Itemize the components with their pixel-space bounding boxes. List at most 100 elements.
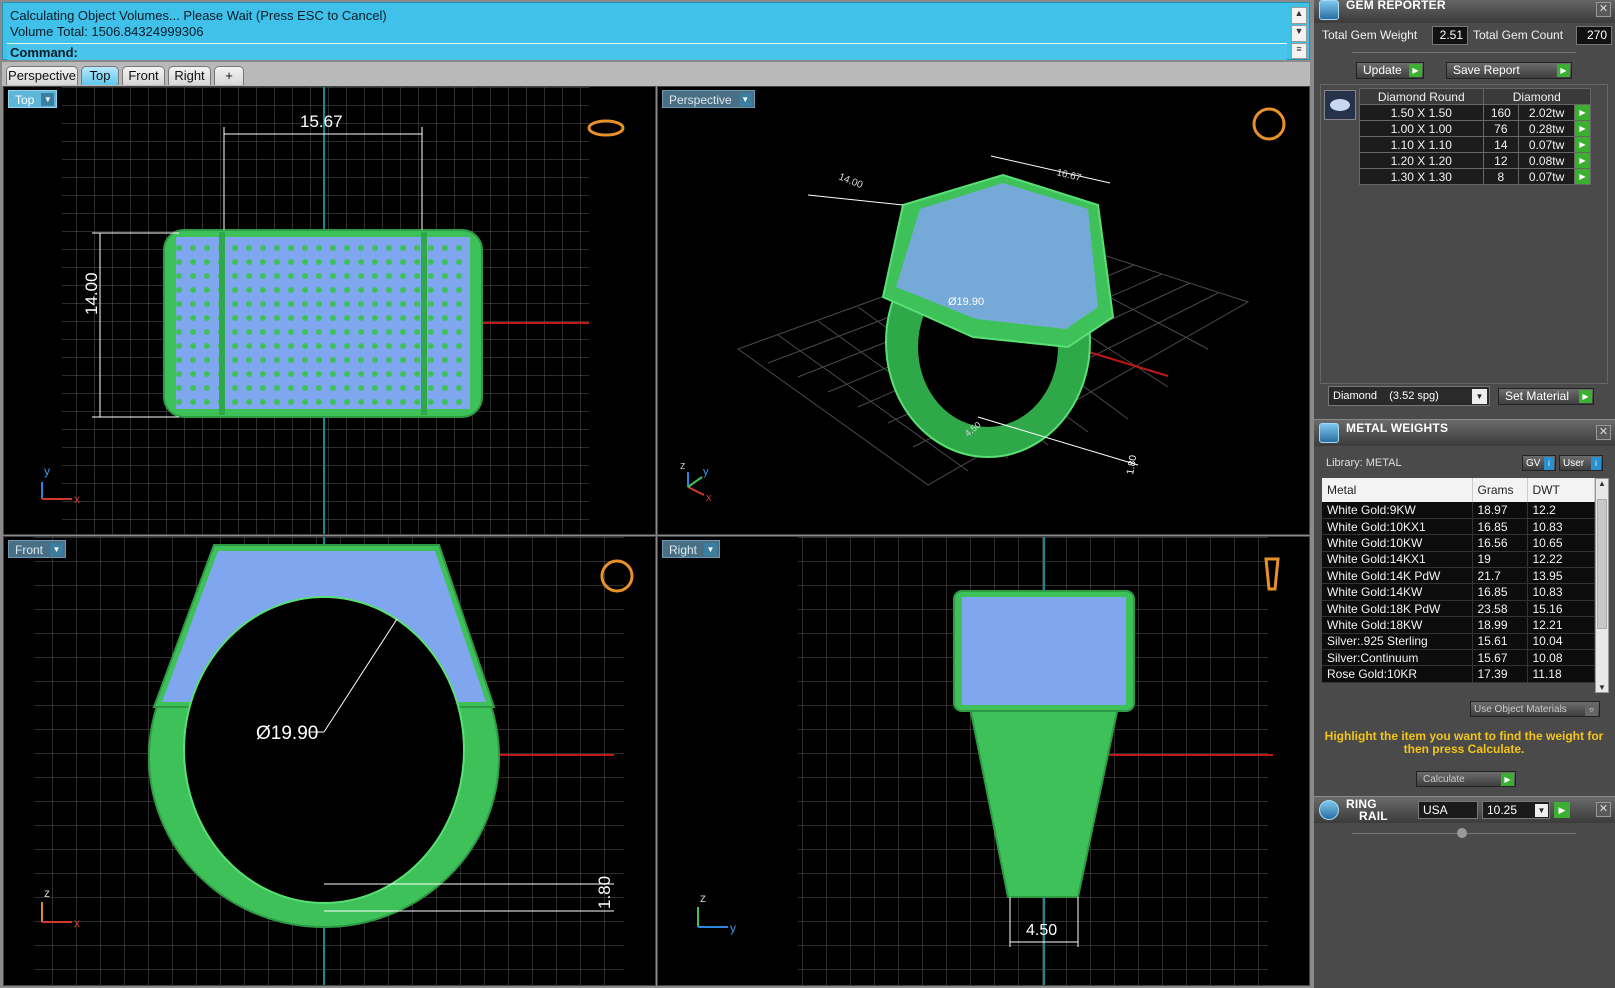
perspective-dim-d: 1.80 [1125,454,1139,476]
save-report-button[interactable]: Save Report ▶ [1446,62,1572,79]
set-material-button[interactable]: Set Material ▶ [1498,388,1594,405]
col-metal: Metal [1322,478,1473,502]
metal-table-scrollbar[interactable]: ▲ ▼ [1595,478,1609,693]
play-icon[interactable]: ▶ [1574,168,1591,185]
perspective-axis-y: y [703,466,709,478]
chevron-down-icon[interactable]: ▼ [1535,804,1548,817]
total-gem-count-field: 270 [1576,26,1612,45]
play-icon: ▶ [1501,773,1514,786]
region-select[interactable]: USA [1418,801,1478,819]
table-row[interactable]: White Gold:9KW 18.97 12.2 [1322,502,1595,519]
command-prompt: Command: [10,45,78,60]
chevron-down-icon[interactable]: ▼ [738,93,752,106]
viewport-label-right[interactable]: Right ▼ [662,540,721,558]
front-dim-thick: 1.80 [595,876,614,909]
play-icon: ▶ [1557,64,1570,77]
viewport-top[interactable]: 15.67 14.00 y x Top ▼ [3,86,656,535]
update-button[interactable]: Update ▶ [1356,62,1424,79]
use-object-materials-button[interactable]: Use Object Materials ○ [1470,701,1600,717]
toggle-icon: ○ [1585,703,1598,716]
tab-perspective[interactable]: Perspective [6,66,78,85]
gem-reporter-title: GEM REPORTER [1346,0,1446,12]
chevron-down-icon[interactable]: ▼ [50,543,64,556]
play-icon[interactable]: ▶ [1574,152,1591,169]
calculate-button[interactable]: Calculate ▶ [1416,771,1516,787]
library-label: Library: METAL [1326,457,1402,469]
side-panel: GEM REPORTER ✕ Total Gem Weight 2.51 Tot… [1314,0,1615,988]
perspective-dim-a: 16.67 [1055,167,1082,184]
tab-front[interactable]: Front [122,66,165,85]
table-row[interactable]: 1.10 X 1.10 14 0.07tw ▶ [1359,136,1591,153]
table-row[interactable]: 1.00 X 1.00 76 0.28tw ▶ [1359,120,1591,137]
chevron-down-icon[interactable]: ▼ [1472,389,1487,404]
play-icon: ▶ [1409,64,1422,77]
table-row[interactable]: White Gold:10KX1 16.85 10.83 [1322,518,1595,536]
table-row[interactable]: Silver:.925 Sterling 15.61 10.04 [1322,633,1595,651]
table-row[interactable]: White Gold:14KX1 19 12.22 [1322,551,1595,569]
viewport-label-front[interactable]: Front ▼ [8,540,67,558]
viewport-perspective[interactable]: 16.67 14.00 Ø19.90 4.50 1.80 z y x Persp… [657,86,1310,535]
total-gem-weight-field: 2.51 [1432,26,1468,45]
perspective-axis-z: z [680,460,686,472]
right-axis-z: z [700,891,706,905]
table-row[interactable]: Rose Gold:10KR 17.39 11.18 [1322,665,1595,683]
viewport-front[interactable]: Ø19.90 1.80 z x Front ▼ [3,536,656,986]
splitter-handle[interactable] [1457,828,1467,838]
info-icon: i [1544,457,1554,470]
table-row[interactable]: White Gold:10KW 16.56 10.65 [1322,534,1595,552]
front-axis-x: x [74,916,80,930]
gem-col-type: Diamond [1482,88,1592,105]
table-row[interactable]: White Gold:14KW 16.85 10.83 [1322,583,1595,601]
perspective-dim-dia: Ø19.90 [948,296,984,308]
gv-button[interactable]: GV i [1522,455,1556,471]
scroll-down-icon[interactable]: ▼ [1596,683,1608,692]
user-button[interactable]: User i [1559,455,1603,471]
info-icon: i [1591,457,1601,470]
play-icon[interactable]: ▶ [1574,104,1591,121]
tab-top[interactable]: Top [81,66,119,85]
right-axis-y: y [730,921,736,935]
tab-right[interactable]: Right [168,66,211,85]
close-icon[interactable]: ✕ [1596,802,1611,817]
table-row[interactable]: White Gold:18KW 18.99 12.21 [1322,616,1595,634]
command-history-icon[interactable]: ≡ [1291,43,1307,59]
app-window: Calculating Object Volumes... Please Wai… [0,0,1615,988]
command-input[interactable]: Command: [7,43,1287,60]
play-icon[interactable]: ▶ [1554,802,1570,818]
metal-weights-icon [1319,423,1339,443]
table-row[interactable]: White Gold:18K PdW 23.58 15.16 [1322,600,1595,618]
table-row[interactable]: White Gold:14K PdW 21.7 13.95 [1322,567,1595,585]
close-icon[interactable]: ✕ [1596,425,1611,440]
viewport-tabs: Perspective Top Front Right + [2,62,1310,86]
right-view-canvas: 4.50 z y [697,537,1280,985]
table-row[interactable]: Silver:Continuum 15.67 10.08 [1322,649,1595,667]
table-row[interactable]: 1.50 X 1.50 160 2.02tw ▶ [1359,104,1591,121]
scroll-down-icon[interactable]: ▼ [1291,25,1307,42]
chevron-down-icon[interactable]: ▼ [41,93,55,106]
command-panel: Calculating Object Volumes... Please Wai… [2,2,1310,60]
perspective-view-canvas: 16.67 14.00 Ø19.90 4.50 1.80 z y x [680,107,1286,504]
col-grams: Grams [1472,478,1528,502]
play-icon[interactable]: ▶ [1574,136,1591,153]
table-row[interactable]: 1.30 X 1.30 8 0.07tw ▶ [1359,168,1591,185]
viewport-label-top[interactable]: Top ▼ [8,90,58,108]
perspective-axis-x: x [706,492,712,504]
metal-table: Metal Grams DWT White Gold:9KW 18.97 12.2 … [1322,478,1595,683]
viewport-label-perspective[interactable]: Perspective ▼ [662,90,755,108]
ring-rail-header: RING RAIL USA 10.25 ▼ ▶ ✕ [1314,796,1615,823]
add-tab-icon[interactable]: + [214,66,244,85]
chevron-down-icon[interactable]: ▼ [704,543,718,556]
total-gem-weight-label: Total Gem Weight [1322,28,1418,42]
material-select[interactable]: Diamond (3.52 spg) [1328,386,1490,406]
top-axis-x: x [74,492,80,506]
play-icon[interactable]: ▶ [1574,120,1591,137]
table-row[interactable]: 1.20 X 1.20 12 0.08tw ▶ [1359,152,1591,169]
scroll-thumb[interactable] [1597,499,1607,629]
front-dim-dia: Ø19.90 [256,723,318,744]
scroll-up-icon[interactable]: ▲ [1291,7,1307,24]
close-icon[interactable]: ✕ [1596,2,1611,17]
command-status-line: Calculating Object Volumes... Please Wai… [10,8,387,23]
scroll-up-icon[interactable]: ▲ [1596,479,1608,488]
viewport-right[interactable]: 4.50 z y Right ▼ [657,536,1310,986]
right-dim-width: 4.50 [1026,922,1057,939]
